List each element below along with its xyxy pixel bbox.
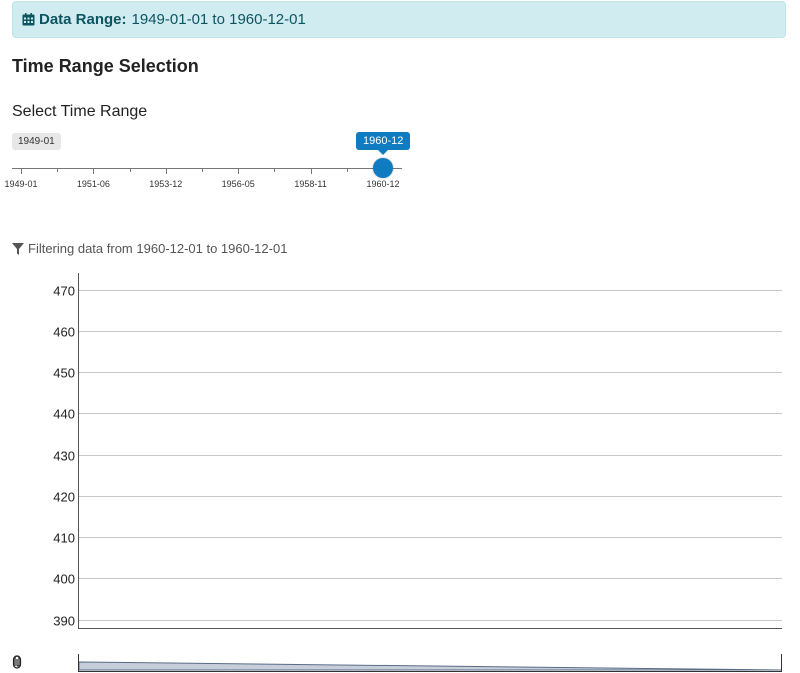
slider-tick-label: 1958-11 xyxy=(294,179,327,189)
slider-minor-tick xyxy=(57,168,59,172)
calendar-icon xyxy=(22,13,35,26)
slider-minor-tick xyxy=(346,168,348,172)
y-tick-label: 420 xyxy=(53,490,75,505)
y-tick-label: 460 xyxy=(53,325,75,340)
data-range-label: Data Range: xyxy=(39,11,127,28)
filter-note-text: Filtering data from 1960-12-01 to 1960-1… xyxy=(28,241,288,256)
chart-grid: 470 460 450 440 430 420 410 400 390 xyxy=(53,284,782,629)
time-series-chart[interactable]: 470 460 450 440 430 420 410 400 390 xyxy=(0,268,800,673)
slider-min-label: 1949-01 xyxy=(12,133,61,150)
slider-track[interactable] xyxy=(12,168,402,169)
slider-tick-label: 1951-06 xyxy=(76,179,110,189)
data-range-value: 1949-01-01 to 1960-12-01 xyxy=(131,11,306,28)
y-tick-label: 450 xyxy=(53,366,75,381)
y-tick-label: 400 xyxy=(53,572,75,587)
slider-tick-label: 1949-01 xyxy=(4,179,38,189)
slider-tick-label: 1953-12 xyxy=(149,179,183,189)
time-range-slider[interactable]: 1949-01 1960-12 1949-01 1951-06 1953-12 195… xyxy=(4,130,412,200)
slider-tick xyxy=(21,168,22,174)
y-tick-label: 410 xyxy=(53,531,75,546)
slider-tick xyxy=(165,168,167,174)
navigator-area xyxy=(78,661,783,671)
y-tick-label: 390 xyxy=(53,614,75,629)
y-tick-label: 470 xyxy=(53,284,75,299)
y-tick-label: 440 xyxy=(53,407,75,422)
slider-tick xyxy=(238,168,240,174)
slider-label: Select Time Range xyxy=(12,103,148,120)
slider-handle[interactable] xyxy=(373,158,393,178)
data-range-alert: Data Range: 1949-01-01 to 1960-12-01 xyxy=(12,1,786,38)
section-title: Time Range Selection xyxy=(12,56,199,76)
filter-icon xyxy=(12,242,24,255)
navigator[interactable] xyxy=(78,654,783,672)
y-tick-label: 430 xyxy=(53,449,75,464)
slider-tick xyxy=(93,168,95,174)
slider-minor-tick xyxy=(202,168,203,172)
filter-note: Filtering data from 1960-12-01 to 1960-1… xyxy=(12,241,287,256)
slider-tick-label: 1960-12 xyxy=(366,179,400,189)
slider-tick-label: 1956-05 xyxy=(221,179,255,189)
slider-minor-tick xyxy=(274,168,276,172)
slider-tick xyxy=(310,168,312,174)
paperclip-icon[interactable] xyxy=(12,655,22,669)
slider-minor-tick xyxy=(129,168,131,172)
slider-current-label: 1960-12 xyxy=(356,132,411,155)
